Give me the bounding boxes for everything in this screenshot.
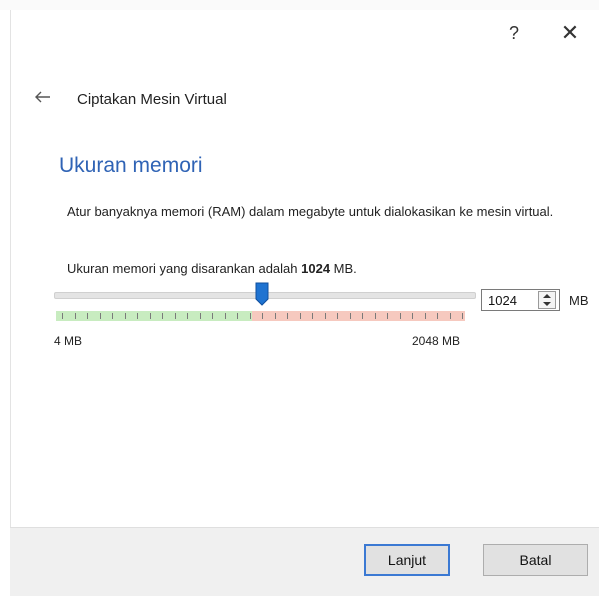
slider-tick	[299, 313, 301, 319]
slider-tick	[437, 313, 438, 319]
background-window-edge	[0, 30, 6, 44]
slider-tick	[162, 313, 163, 319]
slider-tick	[349, 313, 351, 319]
memory-max-label: 2048 MB	[412, 334, 461, 348]
back-arrow-icon[interactable]	[35, 90, 51, 108]
slider-tick	[249, 313, 251, 319]
memory-unit-label: MB	[569, 293, 589, 308]
spin-up-icon[interactable]	[539, 292, 555, 300]
recommended-suffix: MB.	[330, 261, 357, 276]
slider-tick	[112, 313, 113, 319]
slider-tick	[124, 313, 126, 319]
dialog-title: Ciptakan Mesin Virtual	[77, 91, 227, 108]
recommended-prefix: Ukuran memori yang disarankan adalah	[67, 261, 302, 276]
memory-safe-zone	[56, 311, 252, 321]
memory-spinbox[interactable]	[481, 289, 560, 311]
help-icon[interactable]: ?	[504, 23, 524, 43]
slider-tick	[74, 313, 76, 319]
slider-tick	[137, 313, 138, 319]
next-button[interactable]: Lanjut	[364, 544, 450, 576]
slider-tick	[337, 313, 338, 319]
slider-tick	[287, 313, 288, 319]
slider-tick	[262, 313, 263, 319]
background-window-strip	[0, 0, 599, 10]
slider-tick	[462, 313, 463, 319]
spinbox-arrows	[538, 291, 556, 309]
slider-tick	[374, 313, 376, 319]
close-icon[interactable]: ✕	[559, 22, 581, 44]
slider-tick	[149, 313, 151, 319]
slider-tick	[224, 313, 226, 319]
memory-slider-handle[interactable]	[255, 282, 269, 306]
slider-tick	[324, 313, 326, 319]
slider-tick	[212, 313, 213, 319]
slider-tick	[387, 313, 388, 319]
memory-warning-zone	[252, 311, 465, 321]
dialog-footer: Lanjut Batal	[10, 527, 599, 596]
slider-tick	[87, 313, 88, 319]
slider-tick	[362, 313, 363, 319]
cancel-button[interactable]: Batal	[483, 544, 588, 576]
slider-tick	[199, 313, 201, 319]
slider-tick	[62, 313, 63, 319]
slider-tick	[412, 313, 413, 319]
slider-tick	[424, 313, 426, 319]
spin-down-icon[interactable]	[539, 300, 555, 308]
page-heading: Ukuran memori	[59, 154, 203, 177]
memory-min-label: 4 MB	[54, 334, 83, 348]
memory-value-input[interactable]	[482, 290, 538, 310]
slider-tick	[187, 313, 188, 319]
slider-tick	[274, 313, 276, 319]
slider-tick	[449, 313, 451, 319]
slider-tick	[399, 313, 401, 319]
slider-tick	[312, 313, 313, 319]
slider-tick	[99, 313, 101, 319]
slider-tick	[237, 313, 238, 319]
recommended-memory-text: Ukuran memori yang disarankan adalah 102…	[67, 261, 357, 276]
slider-tick	[174, 313, 176, 319]
page-description: Atur banyaknya memori (RAM) dalam megaby…	[67, 204, 554, 219]
recommended-value: 1024	[301, 261, 331, 276]
